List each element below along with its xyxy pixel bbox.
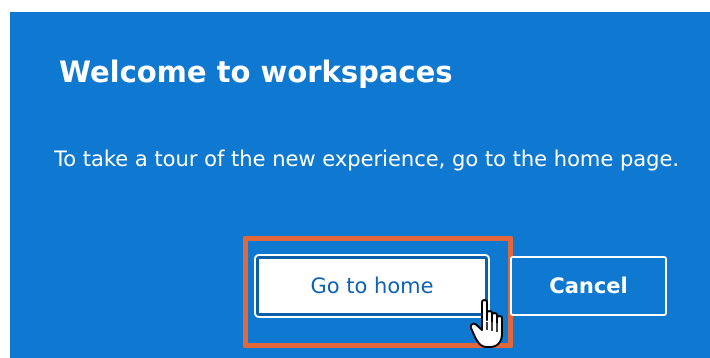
dialog-title: Welcome to workspaces [59, 55, 453, 89]
hand-pointer-icon [470, 299, 503, 348]
screen: Welcome to workspaces To take a tour of … [0, 0, 710, 358]
cancel-button[interactable]: Cancel [510, 256, 667, 316]
go-to-home-button[interactable]: Go to home [256, 256, 488, 316]
dialog-message: To take a tour of the new experience, go… [54, 147, 680, 171]
